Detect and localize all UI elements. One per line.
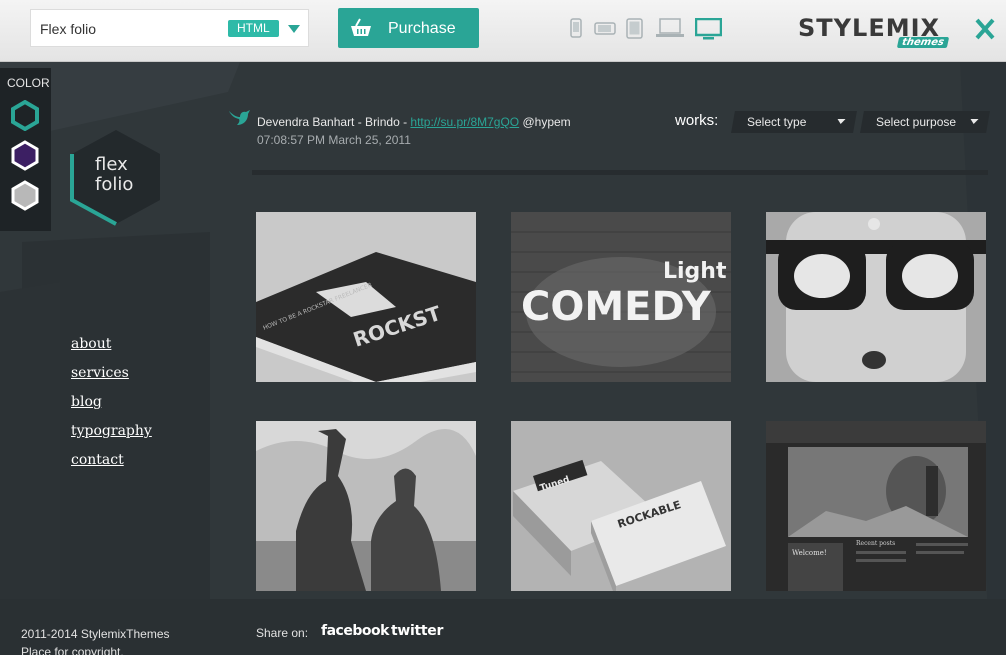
- portfolio-item[interactable]: Welcome! Recent posts: [766, 421, 986, 591]
- purchase-button[interactable]: Purchase: [338, 8, 479, 48]
- laptop-icon[interactable]: [656, 18, 684, 38]
- sculpture-image: [256, 421, 476, 591]
- theme-name: Flex folio: [40, 21, 97, 37]
- main-nav: about services blog typography contact: [71, 335, 152, 480]
- swatch-purple[interactable]: [11, 140, 39, 171]
- nav-about[interactable]: about: [71, 335, 152, 364]
- nav-typography[interactable]: typography: [71, 422, 152, 451]
- select-type[interactable]: Select type: [731, 111, 857, 133]
- tweet-text: Devendra Banhart - Brindo - http://su.pr…: [257, 115, 571, 129]
- tweet-time: 07:08:57 PM March 25, 2011: [257, 133, 411, 147]
- mockup-welcome: Welcome!: [792, 549, 827, 557]
- share-label: Share on:: [256, 626, 309, 640]
- logo-line2: folio: [95, 174, 134, 195]
- tweet-handle: @hypem: [519, 115, 571, 129]
- works-label: works:: [675, 112, 719, 129]
- glasses-face-image: [766, 212, 986, 382]
- portfolio-item[interactable]: [766, 212, 986, 382]
- twitter-bird-icon: [229, 110, 250, 125]
- select-type-label: Select type: [747, 115, 807, 129]
- caret-down-icon: [969, 119, 979, 124]
- close-icon[interactable]: [975, 17, 995, 41]
- preview-topbar: Flex folio HTML Purchase STYLEMIX themes: [0, 0, 1006, 62]
- select-purpose[interactable]: Select purpose: [860, 111, 990, 133]
- comedy-image: COMEDY Light: [511, 212, 731, 382]
- tweet-link[interactable]: http://su.pr/8M7gQO: [410, 115, 519, 129]
- logo-line1: flex: [95, 154, 128, 175]
- comedy-subtitle: Light: [663, 259, 727, 284]
- share-twitter-link[interactable]: twitter: [391, 623, 443, 639]
- caret-down-icon: [836, 119, 846, 124]
- phone-landscape-icon[interactable]: [594, 22, 616, 35]
- desktop-icon[interactable]: [695, 18, 722, 40]
- html-badge: HTML: [228, 20, 279, 37]
- basket-icon: [351, 18, 371, 36]
- portfolio-item[interactable]: COMEDY Light: [511, 212, 731, 382]
- phone-icon[interactable]: [570, 18, 582, 38]
- portfolio-item[interactable]: [256, 421, 476, 591]
- brand-sub: themes: [896, 37, 950, 48]
- business-cards-image: Tuned ROCKABLE: [511, 421, 731, 591]
- nav-services[interactable]: services: [71, 364, 152, 393]
- divider: [252, 170, 988, 175]
- footer-copyright: 2011-2014 StylemixThemes Place for copyr…: [21, 625, 170, 655]
- nav-contact[interactable]: contact: [71, 451, 152, 480]
- portfolio-item[interactable]: Tuned ROCKABLE: [511, 421, 731, 591]
- comedy-title: COMEDY: [521, 284, 712, 330]
- select-purpose-label: Select purpose: [876, 115, 957, 129]
- book-image: ROCKST HOW TO BE A ROCKSTAR FREELANCER: [256, 212, 476, 382]
- tablet-icon[interactable]: [626, 18, 643, 39]
- color-title: COLOR: [7, 76, 50, 90]
- swatch-gray[interactable]: [11, 180, 39, 211]
- purchase-label: Purchase: [388, 20, 456, 37]
- share-facebook-link[interactable]: facebook: [321, 623, 389, 639]
- copyright-text: 2011-2014 StylemixThemes: [21, 627, 170, 641]
- copyright-note: Place for copyright.: [21, 645, 124, 655]
- website-mockup-image: Welcome! Recent posts: [766, 421, 986, 591]
- theme-select[interactable]: Flex folio HTML: [30, 9, 309, 47]
- swatch-teal[interactable]: [11, 100, 39, 131]
- tweet-body: Devendra Banhart - Brindo -: [257, 115, 411, 129]
- logo-text[interactable]: flex folio: [95, 155, 133, 195]
- chevron-down-icon[interactable]: [288, 25, 300, 33]
- portfolio-item[interactable]: ROCKST HOW TO BE A ROCKSTAR FREELANCER: [256, 212, 476, 382]
- color-panel: COLOR: [0, 68, 51, 231]
- mockup-recent: Recent posts: [856, 540, 895, 547]
- nav-blog[interactable]: blog: [71, 393, 152, 422]
